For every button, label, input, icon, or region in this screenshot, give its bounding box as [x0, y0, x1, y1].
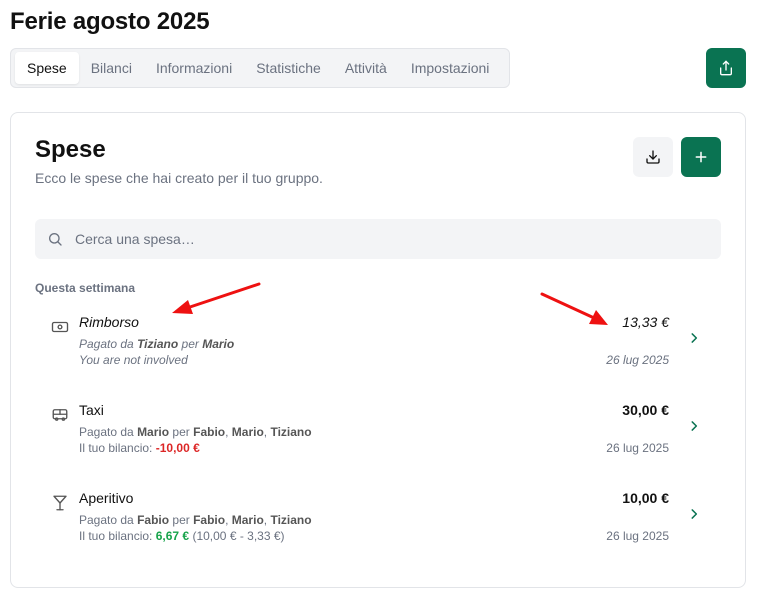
- chevron-right-icon: [691, 333, 698, 343]
- expense-title: Taxi: [79, 402, 104, 418]
- card-subtitle: Ecco le spese che hai creato per il tuo …: [35, 170, 323, 186]
- search-input[interactable]: [75, 231, 675, 247]
- expense-amount: 30,00 €: [622, 402, 669, 418]
- search-bar[interactable]: [35, 219, 721, 259]
- expense-row-taxi[interactable]: Taxi 30,00 € Pagato da Mario per Fabio, …: [35, 397, 721, 477]
- expense-row-rimborso[interactable]: Rimborso 13,33 € Pagato da Tiziano per M…: [35, 309, 721, 389]
- plus-icon: [695, 151, 707, 163]
- expense-balance: Il tuo bilancio: -10,00 €: [79, 441, 200, 455]
- expense-date: 26 lug 2025: [606, 529, 669, 543]
- tab-bilanci[interactable]: Bilanci: [79, 52, 144, 84]
- export-button[interactable]: [633, 137, 673, 177]
- expense-amount: 13,33 €: [622, 314, 669, 330]
- tab-informazioni[interactable]: Informazioni: [144, 52, 244, 84]
- tab-impostazioni[interactable]: Impostazioni: [399, 52, 502, 84]
- card-title: Spese: [35, 136, 106, 163]
- share-icon: [720, 60, 732, 76]
- tab-bar: Spese Bilanci Informazioni Statistiche A…: [10, 48, 510, 88]
- add-expense-button[interactable]: [681, 137, 721, 177]
- search-icon: [49, 233, 62, 246]
- tab-attivita[interactable]: Attività: [333, 52, 399, 84]
- bus-icon: [52, 409, 68, 421]
- chevron-right-icon: [691, 421, 698, 431]
- page-title: Ferie agosto 2025: [10, 8, 210, 35]
- expense-payer-line: Pagato da Mario per Fabio, Mario, Tizian…: [79, 425, 312, 439]
- tab-spese[interactable]: Spese: [15, 52, 79, 84]
- chevron-right-icon: [691, 509, 698, 519]
- expense-date: 26 lug 2025: [606, 441, 669, 455]
- banknote-icon: [51, 321, 69, 333]
- download-icon: [646, 150, 660, 164]
- expense-payer-line: Pagato da Fabio per Fabio, Mario, Tizian…: [79, 513, 312, 527]
- balance-value-positive: 6,67 €: [155, 529, 190, 543]
- expense-title: Rimborso: [79, 314, 139, 330]
- tab-statistiche[interactable]: Statistiche: [244, 52, 333, 84]
- expense-title: Aperitivo: [79, 490, 134, 506]
- section-label-this-week: Questa settimana: [35, 281, 136, 295]
- expense-date: 26 lug 2025: [606, 353, 669, 367]
- expenses-card: Spese Ecco le spese che hai creato per i…: [10, 112, 746, 588]
- cocktail-icon: [53, 495, 67, 511]
- expense-balance: Il tuo bilancio: 6,67 € (10,00 € - 3,33 …: [79, 529, 285, 543]
- expense-status: You are not involved: [79, 353, 188, 367]
- balance-value-negative: -10,00 €: [155, 441, 200, 455]
- expense-payer-line: Pagato da Tiziano per Mario: [79, 337, 235, 351]
- share-button[interactable]: [706, 48, 746, 88]
- expense-amount: 10,00 €: [622, 490, 669, 506]
- expense-row-aperitivo[interactable]: Aperitivo 10,00 € Pagato da Fabio per Fa…: [35, 485, 721, 565]
